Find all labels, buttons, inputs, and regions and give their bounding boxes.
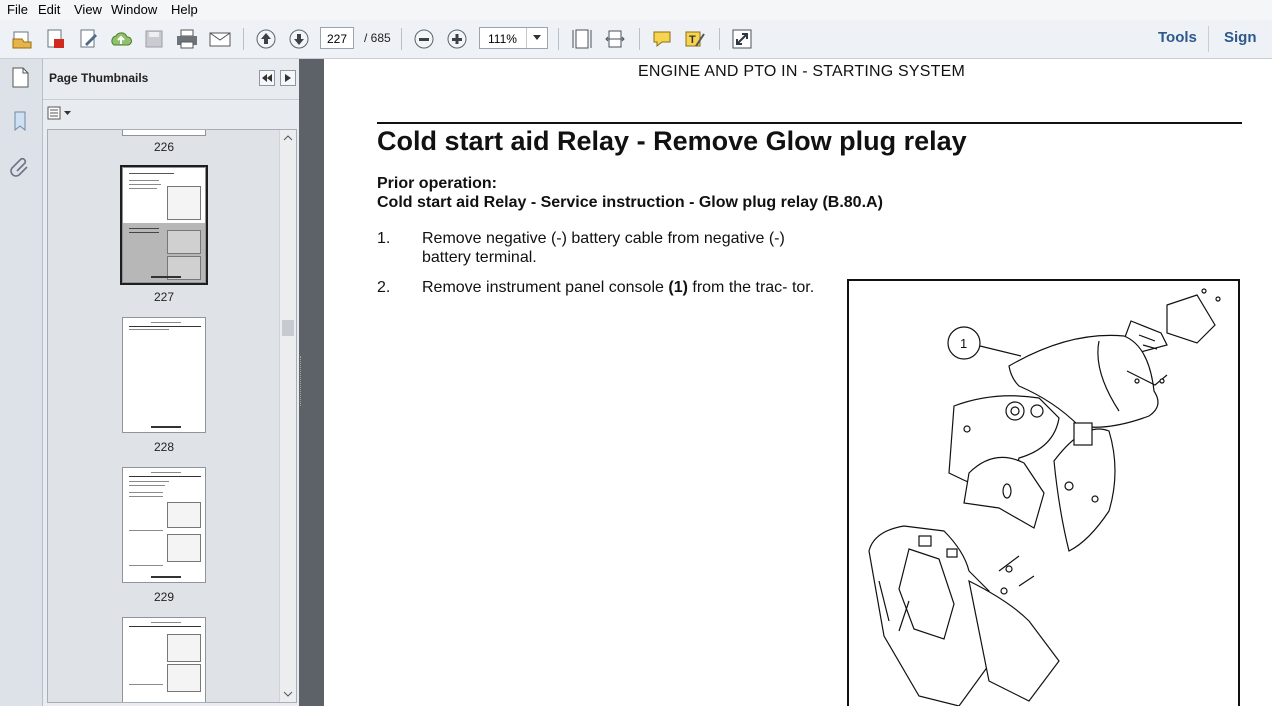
callout-reference: (1) <box>668 279 688 296</box>
arrow-up-icon <box>256 29 276 49</box>
step-number: 2. <box>377 279 391 296</box>
instrument-panel-exploded-diagram: 1 <box>868 288 1221 706</box>
section-header: ENGINE AND PTO IN - STARTING SYSTEM <box>638 63 966 80</box>
email-button[interactable] <box>207 26 233 52</box>
toolbar: 227 / 685 111% T Tools Sign <box>0 20 1272 59</box>
page-thumbnail[interactable] <box>122 317 206 433</box>
create-pdf-button[interactable] <box>42 26 68 52</box>
thumbnails-list: 226 227 228 229 <box>47 129 297 703</box>
scroll-down-icon <box>283 691 293 697</box>
highlight-button[interactable]: T <box>682 26 708 52</box>
options-menu-button[interactable] <box>47 105 73 121</box>
page-total: / 685 <box>364 31 391 45</box>
page-number-label: 226 <box>153 140 175 154</box>
page-thumbnails-toggle[interactable] <box>6 63 34 91</box>
menu-view[interactable]: View <box>74 2 102 17</box>
comment-button[interactable] <box>649 26 675 52</box>
menu-help[interactable]: Help <box>171 2 198 17</box>
cloud-upload-icon <box>111 32 132 46</box>
step-text: Remove instrument panel console (1) from… <box>422 279 815 296</box>
callout-label: 1 <box>960 336 967 351</box>
step-number: 1. <box>377 230 391 247</box>
previous-page-button[interactable] <box>253 26 279 52</box>
page-title: Cold start aid Relay - Remove Glow plug … <box>377 126 967 156</box>
attachments-toggle[interactable] <box>6 151 34 179</box>
sign-link[interactable]: Sign <box>1224 29 1257 46</box>
page-thumbnails-icon <box>12 67 29 88</box>
zoom-in-button[interactable] <box>444 26 470 52</box>
fit-width-button[interactable] <box>602 26 628 52</box>
print-button[interactable] <box>174 26 200 52</box>
speech-bubble-icon <box>653 31 671 48</box>
menu-file[interactable]: File <box>7 2 28 17</box>
bookmark-icon <box>14 111 26 132</box>
page-thumbnail[interactable] <box>122 467 206 583</box>
panel-title: Page Thumbnails <box>49 71 149 85</box>
menu-bar: File Edit View Window Help <box>0 0 1272 20</box>
title-rule <box>377 122 1242 124</box>
page-number-label: 229 <box>153 590 175 604</box>
technical-illustration: 1 <box>847 279 1240 706</box>
prior-label: Prior operation: <box>377 175 498 192</box>
thumbnails-panel: Page Thumbnails 226 227 228 229 <box>43 59 299 706</box>
edit-document-icon <box>80 29 97 48</box>
navigation-rail <box>0 59 43 706</box>
zoom-out-button[interactable] <box>411 26 437 52</box>
page-number-label: 227 <box>153 290 175 304</box>
double-chevron-left-icon <box>262 74 272 82</box>
collapse-panel-button[interactable] <box>259 70 275 86</box>
upload-button[interactable] <box>108 26 134 52</box>
page-thumbnail[interactable] <box>122 130 206 136</box>
paperclip-icon <box>10 157 28 177</box>
open-folder-icon <box>12 31 32 49</box>
scroll-up-icon <box>283 135 293 141</box>
open-file-button[interactable] <box>9 26 35 52</box>
save-button[interactable] <box>141 26 167 52</box>
menu-window[interactable]: Window <box>111 2 157 17</box>
scrollbar-thumb[interactable] <box>282 320 294 336</box>
page-number-input[interactable]: 227 <box>320 27 354 49</box>
menu-edit[interactable]: Edit <box>38 2 60 17</box>
printer-icon <box>177 29 197 49</box>
fit-page-button[interactable] <box>569 26 595 52</box>
chevron-right-icon <box>285 74 291 82</box>
minus-circle-icon <box>414 29 434 49</box>
svg-text:T: T <box>689 34 696 46</box>
thumbnails-header: Page Thumbnails <box>43 59 299 100</box>
page-thumbnail[interactable] <box>122 617 206 702</box>
prior-operation: Prior operation: Cold start aid Relay - … <box>377 174 883 212</box>
plus-circle-icon <box>447 29 467 49</box>
fit-page-icon <box>572 29 592 49</box>
create-pdf-icon <box>47 29 64 48</box>
tools-link[interactable]: Tools <box>1158 29 1197 46</box>
save-disk-icon <box>145 30 163 48</box>
envelope-icon <box>209 32 231 47</box>
page-thumbnail-selected[interactable] <box>120 165 208 285</box>
page-number-label: 228 <box>153 440 175 454</box>
chevron-down-icon[interactable] <box>526 28 547 48</box>
panel-splitter[interactable] <box>299 59 324 706</box>
edit-button[interactable] <box>75 26 101 52</box>
prior-link[interactable]: Cold start aid Relay - Service instructi… <box>377 193 883 212</box>
next-page-button[interactable] <box>286 26 312 52</box>
fit-width-icon <box>605 30 625 48</box>
expand-panel-button[interactable] <box>280 70 296 86</box>
arrow-down-icon <box>289 29 309 49</box>
zoom-value: 111% <box>488 32 517 46</box>
zoom-select[interactable]: 111% <box>479 27 548 49</box>
thumbnails-scrollbar[interactable] <box>279 130 296 702</box>
fullscreen-button[interactable] <box>729 26 755 52</box>
step-text: Remove negative (-) battery cable from n… <box>422 230 785 266</box>
options-list-icon <box>47 106 71 120</box>
expand-icon <box>732 29 752 49</box>
bookmarks-toggle[interactable] <box>6 107 34 135</box>
highlight-text-icon: T <box>685 31 705 47</box>
document-view: ENGINE AND PTO IN - STARTING SYSTEM Cold… <box>324 59 1272 706</box>
